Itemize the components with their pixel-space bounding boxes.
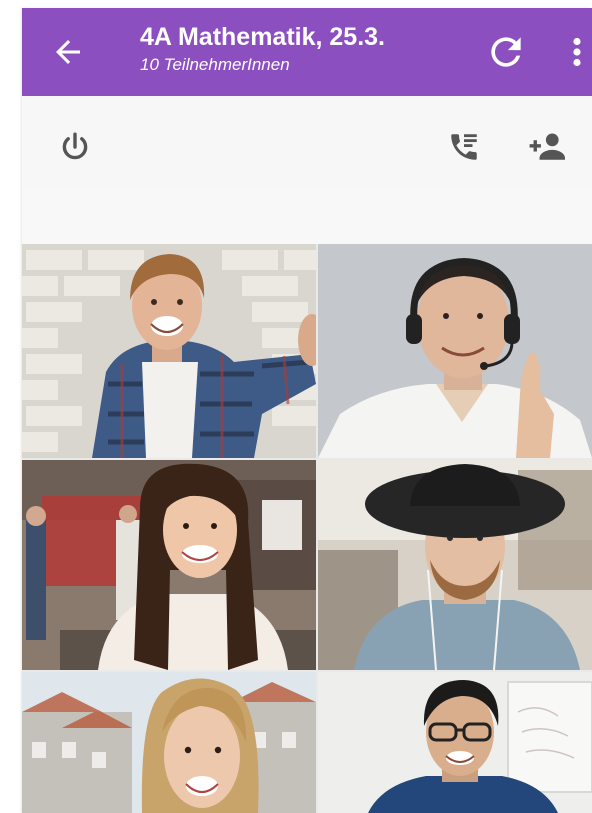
participant-6-photo	[318, 672, 592, 813]
participant-6[interactable]	[318, 672, 592, 813]
participant-4-photo	[318, 460, 592, 670]
participant-2-photo	[318, 244, 592, 458]
participant-2[interactable]	[318, 244, 592, 458]
call-list-icon[interactable]	[446, 130, 482, 164]
call-toolbar	[22, 96, 592, 188]
arrow-back-icon[interactable]	[50, 34, 86, 70]
more-vert-icon[interactable]	[570, 34, 584, 70]
participant-3[interactable]	[22, 460, 316, 670]
participant-3-photo	[22, 460, 316, 670]
title-block: 4A Mathematik, 25.3. 10 TeilnehmerInnen	[140, 22, 460, 76]
participant-1[interactable]	[22, 244, 316, 458]
app-bar: 4A Mathematik, 25.3. 10 TeilnehmerInnen	[22, 8, 592, 96]
content-spacer	[22, 188, 592, 244]
participant-grid	[22, 244, 592, 813]
participant-5[interactable]	[22, 672, 316, 813]
video-call-screen: 4A Mathematik, 25.3. 10 TeilnehmerInnen	[22, 8, 592, 813]
add-person-icon[interactable]	[526, 130, 570, 164]
participant-5-photo	[22, 672, 316, 813]
page-title: 4A Mathematik, 25.3.	[140, 23, 386, 51]
participant-count: 10 TeilnehmerInnen	[140, 55, 290, 74]
left-margin	[0, 0, 22, 813]
participant-1-photo	[22, 244, 316, 458]
participant-4[interactable]	[318, 460, 592, 670]
refresh-icon[interactable]	[484, 30, 528, 74]
power-icon[interactable]	[58, 130, 92, 164]
